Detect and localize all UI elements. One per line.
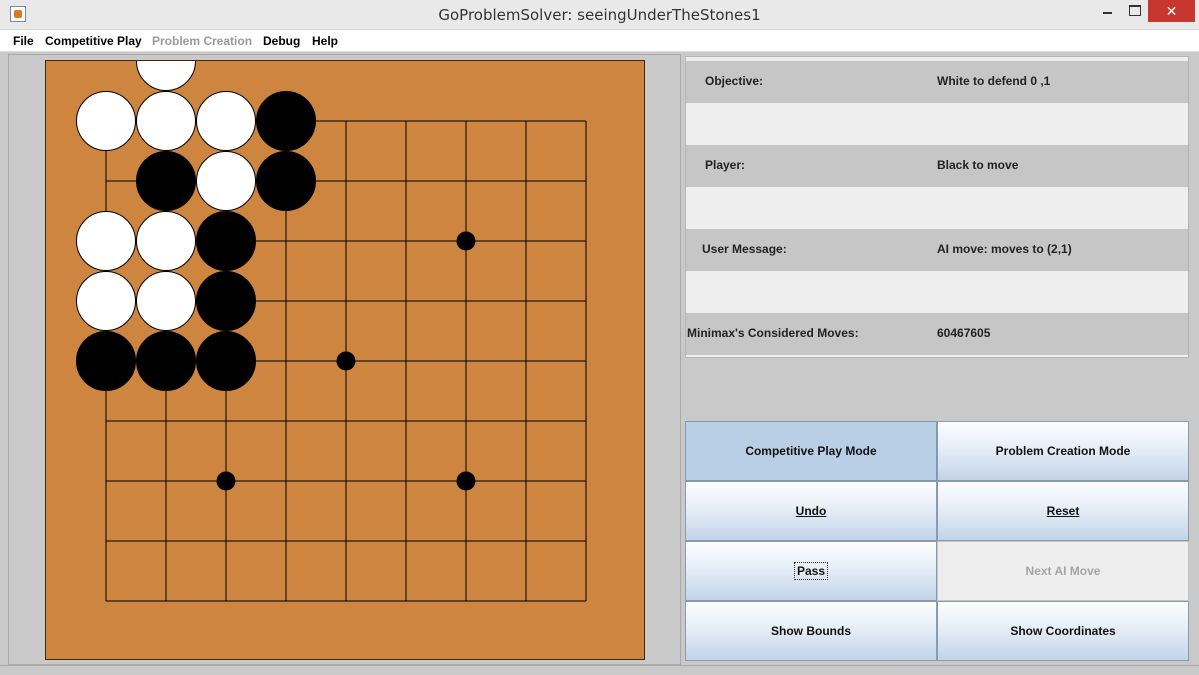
minimax-value: 60467605 (937, 326, 991, 340)
menu-problem-creation[interactable]: Problem Creation (152, 34, 252, 48)
white-stone[interactable] (76, 91, 136, 151)
player-label: Player: (705, 158, 746, 172)
player-row: Player: Black to move (686, 145, 1188, 187)
white-stone[interactable] (136, 91, 196, 151)
player-value: Black to move (937, 158, 1019, 172)
objective-row: Objective: White to defend 0 ,1 (686, 61, 1188, 103)
star-point (216, 471, 236, 491)
go-board[interactable] (45, 60, 645, 660)
menu-competitive-play[interactable]: Competitive Play (45, 34, 142, 48)
black-stone[interactable] (136, 331, 196, 391)
show-coordinates-button[interactable]: Show Coordinates (937, 601, 1189, 661)
pass-button[interactable]: Pass (685, 541, 937, 601)
message-value: AI move: moves to (2,1) (937, 242, 1072, 256)
close-button[interactable]: ✕ (1148, 0, 1195, 22)
star-point (456, 471, 476, 491)
window-title: GoProblemSolver: seeingUnderTheStones1 (438, 6, 761, 24)
white-stone[interactable] (136, 271, 196, 331)
show-bounds-button[interactable]: Show Bounds (685, 601, 937, 661)
problem-creation-mode-button[interactable]: Problem Creation Mode (937, 421, 1189, 481)
white-stone[interactable] (76, 211, 136, 271)
menu-file[interactable]: File (13, 34, 34, 48)
minimize-button[interactable] (1094, 0, 1121, 22)
objective-value: White to defend 0 ,1 (937, 74, 1051, 88)
minimax-label: Minimax's Considered Moves: (687, 326, 859, 340)
white-stone[interactable] (196, 151, 256, 211)
competitive-play-mode-button[interactable]: Competitive Play Mode (685, 421, 937, 481)
menu-debug[interactable]: Debug (263, 34, 300, 48)
white-stone[interactable] (196, 91, 256, 151)
message-label: User Message: (702, 242, 787, 256)
black-stone[interactable] (196, 271, 256, 331)
minimax-row: Minimax's Considered Moves: 60467605 (686, 313, 1188, 355)
title-bar: GoProblemSolver: seeingUnderTheStones1 ✕ (0, 0, 1199, 30)
white-stone[interactable] (136, 211, 196, 271)
black-stone[interactable] (136, 151, 196, 211)
reset-button[interactable]: Reset (937, 481, 1189, 541)
bottom-border (0, 665, 1199, 675)
board-canvas[interactable] (46, 61, 646, 661)
black-stone[interactable] (256, 91, 316, 151)
objective-label: Objective: (705, 74, 764, 88)
white-stone[interactable] (136, 61, 196, 91)
black-stone[interactable] (196, 331, 256, 391)
star-point (456, 231, 476, 251)
menu-bar: File Competitive Play Problem Creation D… (0, 30, 1199, 52)
black-stone[interactable] (76, 331, 136, 391)
next-ai-move-button[interactable]: Next AI Move (937, 541, 1189, 601)
menu-help[interactable]: Help (312, 34, 338, 48)
info-panel: Objective: White to defend 0 ,1 Player: … (685, 56, 1189, 358)
black-stone[interactable] (196, 211, 256, 271)
close-icon: ✕ (1165, 3, 1178, 19)
white-stone[interactable] (76, 271, 136, 331)
star-point (336, 351, 356, 371)
undo-button[interactable]: Undo (685, 481, 937, 541)
black-stone[interactable] (256, 151, 316, 211)
maximize-button[interactable] (1121, 0, 1148, 22)
message-row: User Message: AI move: moves to (2,1) (686, 229, 1188, 271)
